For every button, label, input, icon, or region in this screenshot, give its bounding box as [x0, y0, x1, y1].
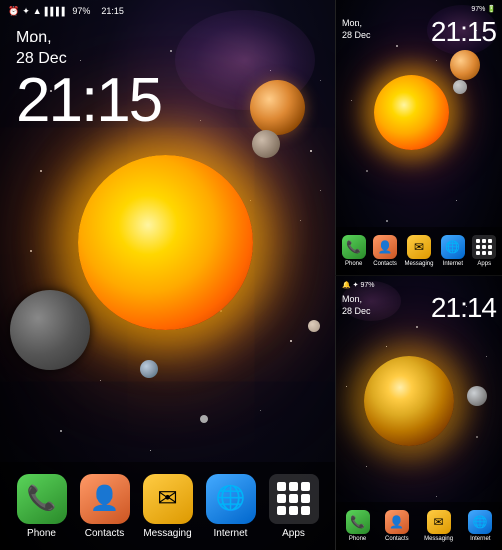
rb-phone-icon[interactable]: 📞	[346, 510, 370, 534]
rt-dock-internet[interactable]: 🌐 Internet	[441, 235, 465, 267]
small-planet-2	[140, 360, 158, 378]
contacts-icon[interactable]: 👤	[80, 474, 130, 524]
rb-internet-label: Internet	[470, 536, 490, 542]
rt-apps-label: Apps	[477, 261, 491, 267]
status-time: 21:15	[101, 6, 124, 16]
status-bar: ⏰ ✦ ▲ ▌▌▌▌ 97% 21:15	[0, 0, 335, 22]
contacts-label: Contacts	[85, 528, 124, 539]
rb-phone-label: Phone	[349, 536, 366, 542]
rt-clock: 21:15	[431, 16, 496, 48]
rt-battery: 97% 🔋	[471, 5, 496, 13]
rb-sun	[364, 356, 454, 446]
sun-planet	[78, 155, 253, 330]
internet-label: Internet	[214, 528, 248, 539]
rt-small-planet	[453, 80, 467, 94]
rt-internet-icon[interactable]: 🌐	[441, 235, 465, 259]
date-label: Mon, 28 Dec	[16, 28, 161, 70]
status-icons: ⏰ ✦ ▲ ▌▌▌▌ 97% 21:15	[8, 6, 124, 17]
dock-item-messaging[interactable]: ✉ Messaging	[143, 474, 193, 539]
rt-contacts-icon[interactable]: 👤	[373, 235, 397, 259]
rb-dock-phone[interactable]: 📞 Phone	[346, 510, 370, 542]
messaging-icon[interactable]: ✉	[143, 474, 193, 524]
rb-app-dock: 📞 Phone 👤 Contacts ✉ Messaging 🌐 Interne…	[336, 502, 502, 550]
rt-messaging-label: Messaging	[404, 261, 433, 267]
bluetooth-icon: ✦	[22, 6, 30, 17]
time-display: Mon, 28 Dec 21:15	[16, 28, 161, 132]
rt-orange-planet	[450, 50, 480, 80]
rt-date: Mon, 28 Dec	[342, 18, 371, 41]
rt-sun	[374, 75, 449, 150]
rb-internet-icon[interactable]: 🌐	[468, 510, 492, 534]
small-planet-4	[200, 415, 208, 423]
wifi-signal-icon: ▲	[33, 6, 42, 16]
rb-contacts-label: Contacts	[385, 536, 409, 542]
apps-label: Apps	[282, 528, 305, 539]
rb-contacts-icon[interactable]: 👤	[385, 510, 409, 534]
app-dock: 📞 Phone 👤 Contacts ✉ Messaging 🌐 Interne…	[0, 462, 335, 550]
alarm-icon: ⏰	[8, 6, 19, 17]
rt-messaging-icon[interactable]: ✉	[407, 235, 431, 259]
apps-icon[interactable]	[269, 474, 319, 524]
dock-item-phone[interactable]: 📞 Phone	[17, 474, 67, 539]
messaging-label: Messaging	[143, 528, 191, 539]
small-planet-3	[308, 320, 320, 332]
orange-planet	[250, 80, 305, 135]
phone-icon[interactable]: 📞	[17, 474, 67, 524]
right-bottom-screenshot: 🔔 ✦ 97% Mon, 28 Dec 21:14 📞 Phone 👤 Cont…	[335, 275, 502, 550]
rb-date: Mon, 28 Dec	[342, 294, 371, 317]
internet-icon[interactable]: 🌐	[206, 474, 256, 524]
rt-phone-icon[interactable]: 📞	[342, 235, 366, 259]
battery-level: 97%	[72, 6, 90, 16]
rt-internet-label: Internet	[443, 261, 463, 267]
rb-messaging-icon[interactable]: ✉	[427, 510, 451, 534]
rt-dock-phone[interactable]: 📞 Phone	[342, 235, 366, 267]
rb-messaging-label: Messaging	[424, 536, 453, 542]
small-planet-1	[252, 130, 280, 158]
rt-apps-icon[interactable]	[472, 235, 496, 259]
phone-label: Phone	[27, 528, 56, 539]
rb-dock-internet[interactable]: 🌐 Internet	[468, 510, 492, 542]
rb-clock: 21:14	[431, 292, 496, 324]
dock-item-contacts[interactable]: 👤 Contacts	[80, 474, 130, 539]
dock-item-internet[interactable]: 🌐 Internet	[206, 474, 256, 539]
rb-dock-messaging[interactable]: ✉ Messaging	[424, 510, 453, 542]
left-screenshot: ⏰ ✦ ▲ ▌▌▌▌ 97% 21:15 Mon, 28 Dec 21:15 📞…	[0, 0, 335, 550]
rt-phone-label: Phone	[345, 261, 362, 267]
rt-app-dock: 📞 Phone 👤 Contacts ✉ Messaging 🌐 Interne…	[336, 227, 502, 275]
rb-status-icons: 🔔 ✦ 97%	[342, 281, 374, 289]
moon-planet	[10, 290, 90, 370]
dock-item-apps[interactable]: Apps	[269, 474, 319, 539]
rt-dock-contacts[interactable]: 👤 Contacts	[373, 235, 397, 267]
right-top-screenshot: 97% 🔋 Mon, 28 Dec 21:15 📞 Phone 👤 Contac…	[335, 0, 502, 275]
rt-dock-messaging[interactable]: ✉ Messaging	[404, 235, 433, 267]
signal-bars: ▌▌▌▌	[45, 7, 68, 16]
right-panel: 97% 🔋 Mon, 28 Dec 21:15 📞 Phone 👤 Contac…	[335, 0, 502, 550]
rt-dock-apps[interactable]: Apps	[472, 235, 496, 267]
clock-display: 21:15	[16, 70, 161, 132]
rb-dock-contacts[interactable]: 👤 Contacts	[385, 510, 409, 542]
rb-small-planet	[467, 386, 487, 406]
rt-contacts-label: Contacts	[373, 261, 397, 267]
